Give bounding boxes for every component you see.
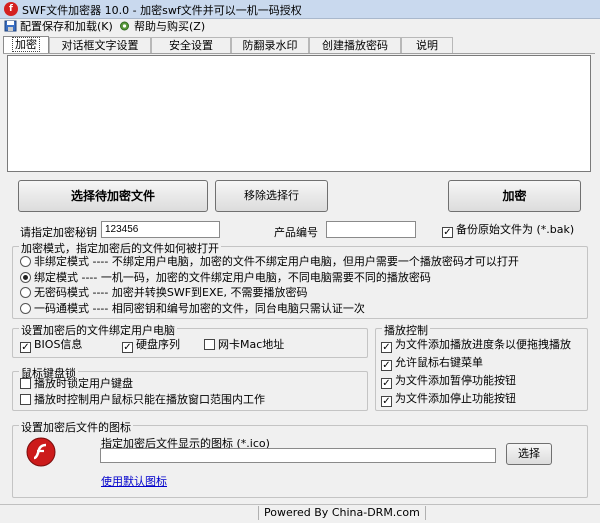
browse-icon-button[interactable]: 选择 [506,443,552,465]
lock-keyboard[interactable]: 播放时锁定用户键盘 [20,377,133,391]
file-list[interactable] [7,55,591,172]
product-input[interactable] [326,221,416,238]
bind-checkbox[interactable] [204,339,215,350]
bind-bios[interactable]: ✓ BIOS信息 [20,338,82,353]
bind-checkbox[interactable]: ✓ [20,342,31,353]
flash-logo-icon [26,437,56,467]
window-title: SWF文件加密器 10.0 - 加密swf文件并可以一机一码授权 [22,4,302,17]
bind-checkbox[interactable]: ✓ [122,342,133,353]
play-checkbox[interactable]: ✓ [381,396,392,407]
tab-play-password[interactable]: 创建播放密码 [309,37,401,53]
app-icon: f [4,2,18,16]
menu-help-label: 帮助与购买(Z) [134,20,206,33]
menu-bar: 配置保存和加载(K) 帮助与购买(Z) [0,18,600,35]
play-progress-bar[interactable]: ✓ 为文件添加播放进度条以便拖拽播放 [381,338,571,353]
encrypt-button[interactable]: 加密 [448,180,581,212]
bind-group-title: 设置加密后的文件绑定用户电脑 [19,322,177,338]
mode-radio[interactable] [20,287,31,298]
mode-radio[interactable] [20,303,31,314]
gear-help-icon [118,20,131,32]
mode-option-bound[interactable]: 绑定模式 ---- 一机一码，加密的文件绑定用户电脑，不同电脑需要不同的播放密码 [20,271,431,285]
backup-option[interactable]: ✓ 备份原始文件为 (*.bak) [442,223,575,238]
play-checkbox[interactable]: ✓ [381,378,392,389]
bind-disk[interactable]: ✓ 硬盘序列 [122,338,180,353]
title-bar: f SWF文件加密器 10.0 - 加密swf文件并可以一机一码授权 [0,0,600,19]
play-checkbox[interactable]: ✓ [381,360,392,371]
menu-config-label: 配置保存和加载(K) [20,20,113,33]
lock-checkbox[interactable] [20,378,31,389]
key-label: 请指定加密秘钥 [20,226,97,239]
key-input[interactable] [101,221,220,238]
play-pause-button[interactable]: ✓ 为文件添加暂停功能按钮 [381,374,516,389]
remove-selected-button[interactable]: 移除选择行 [215,180,328,212]
icon-path-input[interactable] [100,448,496,463]
backup-label: 备份原始文件为 (*.bak) [456,223,575,236]
mode-radio[interactable] [20,256,31,267]
mode-option-unbound[interactable]: 非绑定模式 ---- 不绑定用户电脑，加密的文件不绑定用户电脑，但用户需要一个播… [20,255,519,269]
play-right-click[interactable]: ✓ 允许鼠标右键菜单 [381,356,483,371]
mode-radio[interactable] [20,272,31,283]
save-config-icon [4,20,17,32]
play-group-title: 播放控制 [382,322,430,338]
product-label: 产品编号 [274,226,318,239]
menu-config[interactable]: 配置保存和加载(K) [4,19,113,34]
tab-watermark[interactable]: 防翻录水印 [231,37,309,53]
status-text: Powered By China-DRM.com [258,506,426,520]
bind-mac[interactable]: 网卡Mac地址 [204,338,284,352]
tab-dialog-text[interactable]: 对话框文字设置 [49,37,151,53]
tab-readme[interactable]: 说明 [401,37,453,53]
backup-checkbox[interactable]: ✓ [442,227,453,238]
lock-mouse[interactable]: 播放时控制用户鼠标只能在播放窗口范围内工作 [20,393,265,407]
menu-help[interactable]: 帮助与购买(Z) [118,19,205,34]
mode-option-no-password[interactable]: 无密码模式 ---- 加密并转换SWF到EXE, 不需要播放密码 [20,286,307,300]
tab-security[interactable]: 安全设置 [151,37,231,53]
lock-checkbox[interactable] [20,394,31,405]
mode-option-one-code[interactable]: 一码通模式 ---- 相同密钥和编号加密的文件，同台电脑只需认证一次 [20,302,365,316]
play-stop-button[interactable]: ✓ 为文件添加停止功能按钮 [381,392,516,407]
mode-group-title: 加密模式，指定加密后的文件如何被打开 [19,240,221,256]
icon-group-title: 设置加密后文件的图标 [19,419,133,435]
select-files-button[interactable]: 选择待加密文件 [18,180,208,212]
default-icon-link[interactable]: 使用默认图标 [101,473,167,489]
tab-encrypt[interactable]: 加密 [3,36,49,53]
play-checkbox[interactable]: ✓ [381,342,392,353]
